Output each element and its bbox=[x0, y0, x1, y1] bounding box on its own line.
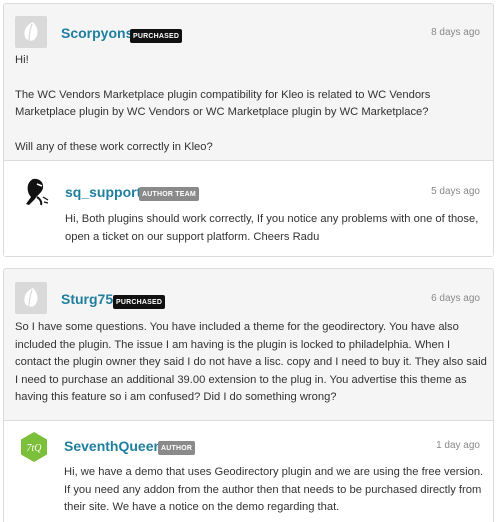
purchased-badge: PURCHASED bbox=[113, 295, 166, 309]
comment-author-link[interactable]: SeventhQueen bbox=[64, 438, 162, 454]
comment-author-link[interactable]: Scorpyons bbox=[61, 25, 133, 41]
user-avatar[interactable] bbox=[19, 175, 51, 207]
default-avatar-icon[interactable] bbox=[15, 282, 47, 314]
comment-author-link[interactable]: sq_support bbox=[65, 184, 141, 200]
default-avatar-icon[interactable] bbox=[15, 16, 47, 48]
leaf-icon bbox=[24, 288, 38, 308]
comment-author-link[interactable]: Sturg75 bbox=[61, 291, 113, 307]
comment-body: Hi, Both plugins should work correctly, … bbox=[65, 213, 479, 243]
comment-timestamp: 6 days ago bbox=[431, 293, 480, 304]
comment: Sturg75 PURCHASED 6 days ago So I have s… bbox=[4, 269, 493, 420]
comment-paragraph: Will any of these work correctly in Kleo… bbox=[15, 140, 213, 153]
leaf-icon bbox=[24, 22, 38, 42]
purchased-badge: PURCHASED bbox=[130, 29, 183, 43]
user-avatar[interactable]: 7tQ bbox=[18, 431, 50, 463]
author-team-badge: AUTHOR TEAM bbox=[139, 187, 199, 201]
comment-paragraph: The WC Vendors Marketplace plugin compat… bbox=[15, 88, 431, 119]
comment-thread: Scorpyons PURCHASED 8 days ago Hi! The W… bbox=[3, 3, 494, 257]
comment-body: Hi, we have a demo that uses Geodirector… bbox=[64, 466, 484, 513]
comment-reply: 7tQ SeventhQueen AUTHOR 1 day ago Hi, we… bbox=[4, 420, 493, 522]
author-badge: AUTHOR bbox=[158, 441, 196, 455]
hexagon-logo-icon: 7tQ bbox=[21, 432, 47, 462]
comment-paragraph: Hi! bbox=[15, 54, 29, 66]
comment-body: So I have some questions. You have inclu… bbox=[15, 321, 487, 403]
ninja-avatar-icon bbox=[19, 175, 51, 207]
comment-timestamp: 1 day ago bbox=[436, 440, 480, 451]
comment-body: Hi! The WC Vendors Marketplace plugin co… bbox=[15, 52, 485, 156]
comment-reply: sq_support AUTHOR TEAM 5 days ago Hi, Bo… bbox=[4, 160, 493, 256]
comment-timestamp: 5 days ago bbox=[431, 186, 480, 197]
comment-timestamp: 8 days ago bbox=[431, 27, 480, 38]
comment-thread: Sturg75 PURCHASED 6 days ago So I have s… bbox=[3, 268, 494, 522]
comment: Scorpyons PURCHASED 8 days ago Hi! The W… bbox=[4, 4, 493, 160]
avatar-logo-text: 7tQ bbox=[27, 443, 43, 454]
